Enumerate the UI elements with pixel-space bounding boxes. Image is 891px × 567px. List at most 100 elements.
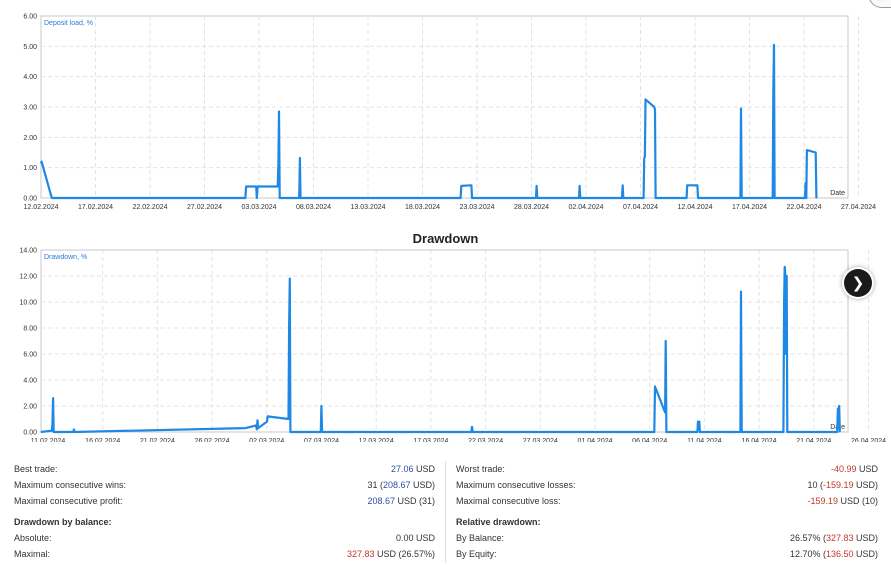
series-label: Drawdown, % [44, 254, 87, 261]
stat-value-amount: 327.83 [825, 533, 854, 543]
stat-value: 327.83 USD (26.57%) [347, 546, 435, 562]
x-tick-label: 26.02.2024 [195, 438, 230, 442]
stat-label: By Balance: [456, 533, 505, 543]
stat-value: 26.57% (327.83 USD) [790, 530, 878, 546]
data-point [643, 158, 645, 160]
data-point [786, 275, 788, 277]
data-point [51, 197, 53, 199]
stat-value-suffix: USD) [853, 533, 878, 543]
x-tick-label: 13.03.2024 [350, 204, 385, 211]
x-tick-label: 17.03.2024 [413, 438, 448, 442]
data-point [741, 197, 743, 199]
data-point [838, 405, 840, 407]
stat-value-suffix: USD (31) [394, 496, 435, 506]
data-point [256, 428, 258, 430]
data-point [320, 431, 322, 433]
chevron-right-icon: ❯ [851, 274, 865, 292]
x-tick-label: 12.04.2024 [677, 204, 712, 211]
y-tick-label: 5.00 [23, 44, 37, 51]
next-chart-button[interactable]: ❯ [844, 269, 872, 297]
x-tick-label: 01.04.2024 [577, 438, 612, 442]
data-point [654, 109, 656, 111]
data-point [741, 431, 743, 433]
y-tick-label: 0.00 [23, 196, 37, 203]
x-tick-label: 27.03.2024 [523, 438, 558, 442]
x-tick-label: 06.04.2024 [632, 438, 667, 442]
x-tick-label: 02.04.2024 [568, 204, 603, 211]
x-tick-label: 28.03.2024 [514, 204, 549, 211]
data-point [643, 197, 645, 199]
data-point [460, 185, 462, 187]
x-tick-label: 12.03.2024 [359, 438, 394, 442]
stat-label: Maximal: [14, 549, 51, 559]
stat-row: Drawdown by balance: [14, 514, 435, 530]
data-point [267, 415, 269, 417]
x-tick-label: 22.03.2024 [468, 438, 503, 442]
stat-value-main: 208.67 [367, 496, 395, 506]
data-point [739, 197, 742, 199]
data-point [740, 107, 742, 110]
x-tick-label: 07.04.2024 [623, 204, 658, 211]
data-point [622, 184, 624, 186]
y-tick-label: 3.00 [23, 105, 37, 112]
data-point [739, 431, 742, 433]
x-tick-label: 08.03.2024 [296, 204, 331, 211]
y-tick-label: 0.00 [23, 430, 37, 437]
data-point [289, 431, 291, 433]
stat-value-suffix: USD) [853, 480, 878, 490]
stat-label: Best trade: [14, 464, 58, 474]
series-label: Deposit load, % [44, 20, 93, 27]
data-point [470, 184, 472, 186]
stat-row: By Balance: 26.57% (327.83 USD) [456, 530, 878, 546]
data-point [774, 197, 776, 199]
data-point [256, 185, 259, 188]
stat-value: 27.06 USD [391, 461, 435, 477]
stat-label: Maximal consecutive loss: [456, 496, 561, 506]
y-tick-label: 1.00 [23, 165, 37, 172]
x-tick-label: 11.02.2024 [31, 438, 66, 442]
x-tick-label: 27.04.2024 [841, 204, 876, 211]
stat-value: 31 (208.67 USD) [367, 477, 435, 493]
data-point [740, 291, 742, 293]
data-point [299, 157, 301, 159]
stat-row: Absolute: 0.00 USD [14, 530, 435, 546]
data-point [815, 151, 817, 154]
y-tick-label: 14.00 [19, 248, 37, 255]
data-point [686, 184, 688, 186]
data-point [772, 197, 774, 199]
data-point [644, 98, 647, 100]
data-point [472, 431, 474, 433]
stat-row: Worst trade: -40.99 USD [456, 461, 878, 477]
data-point [470, 431, 472, 433]
stat-row: Maximum consecutive wins: 31 (208.67 USD) [14, 477, 435, 493]
data-point [277, 185, 279, 188]
trade-statistics: Best trade: 27.06 USD Maximum consecutive … [0, 461, 891, 567]
data-point [40, 431, 42, 433]
data-point [644, 155, 646, 157]
stat-value-suffix: USD) [853, 549, 878, 559]
data-point [786, 431, 788, 433]
data-point [535, 197, 537, 199]
data-point [806, 149, 808, 151]
data-point [53, 431, 55, 433]
x-tick-label: 21.02.2024 [140, 438, 175, 442]
data-point [664, 411, 666, 414]
stat-group-title: Drawdown by balance: [14, 517, 112, 527]
data-point [621, 197, 623, 199]
stat-value: 208.67 USD (31) [367, 493, 435, 509]
x-tick-label: 17.04.2024 [732, 204, 767, 211]
data-point [805, 182, 807, 184]
x-tick-label: 16.02.2024 [85, 438, 120, 442]
data-point [460, 197, 462, 199]
stat-value-suffix: USD [413, 533, 435, 543]
stat-row: By Equity: 12.70% (136.50 USD) [456, 546, 878, 562]
data-point [245, 185, 247, 188]
data-point [257, 427, 259, 429]
data-point [696, 431, 699, 433]
stat-value-main: 10 ( [807, 480, 823, 490]
data-point [665, 431, 668, 433]
data-point [471, 197, 473, 199]
data-point [256, 419, 259, 421]
stat-value-suffix: USD (10) [837, 496, 878, 506]
y-tick-label: 2.00 [23, 404, 37, 411]
